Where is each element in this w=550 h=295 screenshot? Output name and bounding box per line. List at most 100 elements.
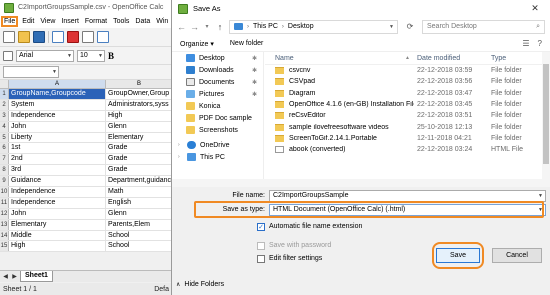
chevron-right-icon[interactable]: › — [178, 142, 183, 148]
name-box[interactable]: ▼ — [3, 66, 59, 78]
new-folder-button[interactable]: New folder — [230, 40, 263, 47]
menu-data[interactable]: Data — [135, 18, 150, 25]
file-row[interactable]: Diagram 22-12-2018 03:47 File folder — [265, 88, 550, 99]
cancel-button[interactable]: Cancel — [492, 248, 542, 263]
cell-b[interactable]: GroupOwner,Group — [106, 89, 171, 99]
view-options-icon[interactable]: ☰ — [522, 39, 529, 48]
help-icon[interactable]: ? — [538, 39, 542, 48]
hide-folders-toggle[interactable]: ∧ Hide Folders — [176, 281, 224, 288]
menu-tools[interactable]: Tools — [113, 18, 129, 25]
cell-a[interactable]: Guidance — [9, 176, 106, 187]
nav-item-konica[interactable]: Konica — [172, 100, 263, 112]
page-preview-icon[interactable] — [97, 31, 109, 43]
save-button[interactable]: Save — [436, 248, 480, 263]
address-bar[interactable]: › This PC › Desktop ▼ — [229, 19, 398, 34]
new-document-icon[interactable] — [3, 31, 15, 43]
cell-b[interactable]: School — [106, 231, 171, 241]
file-row[interactable]: ScreenToGif.2.14.1.Portable 12-11-2018 04… — [265, 133, 550, 144]
export-pdf-icon[interactable] — [67, 31, 79, 43]
row-header[interactable]: 12 — [0, 208, 9, 219]
save-icon[interactable] — [33, 31, 45, 43]
cell-b[interactable]: Grade — [106, 165, 171, 175]
cell-a[interactable]: John — [9, 208, 106, 219]
row-header[interactable]: 1 — [0, 89, 9, 99]
menu-window[interactable]: Win — [156, 18, 168, 25]
cell-a[interactable]: GroupName,Groupcode — [9, 89, 106, 99]
cell-b[interactable]: Elementary — [106, 133, 171, 143]
cell-a[interactable]: System — [9, 99, 106, 110]
up-arrow-icon[interactable]: ↑ — [216, 22, 224, 32]
row-header[interactable]: 5 — [0, 132, 9, 143]
edit-file-icon[interactable] — [52, 31, 64, 43]
cell-b[interactable]: Math — [106, 187, 171, 197]
open-folder-icon[interactable] — [18, 31, 30, 43]
nav-item-downloads[interactable]: Downloads ✱ — [172, 64, 263, 76]
file-row[interactable]: sample ilovefreesoftware videos 25-10-201… — [265, 121, 550, 132]
cell-a[interactable]: Elementary — [9, 219, 106, 230]
cell-a[interactable]: John — [9, 121, 106, 132]
cell-b[interactable]: Glenn — [106, 122, 171, 132]
cell-b[interactable]: English — [106, 198, 171, 208]
row-header[interactable]: 10 — [0, 187, 9, 197]
cell-a[interactable]: 3rd — [9, 165, 106, 176]
menu-format[interactable]: Format — [85, 18, 107, 25]
spreadsheet-grid[interactable]: A B 1 GroupName,Groupcode GroupOwner,Group… — [0, 80, 171, 253]
row-header[interactable]: 3 — [0, 110, 9, 121]
cell-b[interactable]: Parents,Elem — [106, 220, 171, 230]
organize-button[interactable]: Organize ▾ — [180, 40, 214, 48]
last-sheet-icon[interactable]: ▶ — [11, 273, 18, 280]
chevron-right-icon[interactable]: › — [178, 154, 183, 160]
menu-file[interactable]: File — [0, 16, 19, 27]
font-size-combo[interactable]: 10 ▼ — [77, 49, 105, 62]
chevron-down-icon[interactable]: ▼ — [97, 53, 104, 59]
checkbox-icon[interactable] — [257, 255, 265, 263]
cell-b[interactable]: Glenn — [106, 209, 171, 219]
row-header[interactable]: 4 — [0, 121, 9, 132]
chevron-down-icon[interactable]: ▼ — [536, 193, 545, 199]
row-header[interactable]: 9 — [0, 176, 9, 187]
column-type[interactable]: Type — [488, 55, 550, 62]
cell-b[interactable]: Grade — [106, 154, 171, 164]
chevron-down-icon[interactable]: ▼ — [66, 53, 73, 59]
chevron-down-icon[interactable]: ▼ — [51, 69, 58, 75]
column-header-a[interactable]: A — [9, 80, 106, 88]
breadcrumb-desktop[interactable]: Desktop — [288, 23, 314, 30]
file-row[interactable]: reCsvEditor 22-12-2018 03:51 File folder — [265, 110, 550, 121]
file-row[interactable]: abook (converted) 22-12-2018 03:24 HTML Fi… — [265, 144, 550, 155]
select-all-corner[interactable] — [0, 80, 9, 88]
print-icon[interactable] — [82, 31, 94, 43]
row-header[interactable]: 7 — [0, 154, 9, 165]
font-name-combo[interactable]: Arial ▼ — [16, 49, 74, 62]
row-header[interactable]: 14 — [0, 230, 9, 241]
row-header[interactable]: 15 — [0, 241, 9, 252]
sheet-tab[interactable]: Sheet1 — [20, 271, 53, 282]
styles-icon[interactable] — [3, 50, 13, 61]
row-header[interactable]: 13 — [0, 219, 9, 230]
nav-item-pdf-doc-sample[interactable]: PDF Doc sample — [172, 112, 263, 124]
forward-arrow-icon[interactable]: → — [190, 22, 199, 32]
file-row[interactable]: OpenOffice 4.1.6 (en-GB) Installation Fi… — [265, 99, 550, 110]
file-row[interactable]: csvcnv 22-12-2018 03:59 File folder — [265, 65, 550, 76]
scrollbar-thumb[interactable] — [543, 64, 549, 164]
nav-item-onedrive[interactable]: › OneDrive — [172, 139, 263, 151]
first-sheet-icon[interactable]: ◀ — [2, 273, 9, 280]
cell-a[interactable]: High — [9, 241, 106, 252]
refresh-icon[interactable]: ⟳ — [403, 22, 417, 31]
menu-edit[interactable]: Edit — [22, 18, 34, 25]
nav-item-documents[interactable]: Documents ✱ — [172, 76, 263, 88]
horizontal-scrollbar[interactable] — [172, 179, 550, 187]
edit-filter-settings-checkbox[interactable]: Edit filter settings — [257, 255, 322, 263]
cell-a[interactable]: Independence — [9, 110, 106, 121]
cell-b[interactable]: Department,guidanc — [106, 176, 171, 186]
cell-a[interactable]: Middle — [9, 230, 106, 241]
menu-view[interactable]: View — [40, 18, 55, 25]
menu-insert[interactable]: Insert — [61, 18, 79, 25]
cell-a[interactable]: 1st — [9, 143, 106, 154]
search-input[interactable]: Search Desktop ⌕ — [422, 19, 545, 34]
cell-b[interactable]: Administrators,syss — [106, 100, 171, 110]
breadcrumb-this-pc[interactable]: This PC — [253, 23, 278, 30]
nav-item-desktop[interactable]: Desktop ✱ — [172, 52, 263, 64]
cell-b[interactable]: High — [106, 111, 171, 121]
cell-a[interactable]: Independence — [9, 187, 106, 197]
cell-a[interactable]: Liberty — [9, 132, 106, 143]
